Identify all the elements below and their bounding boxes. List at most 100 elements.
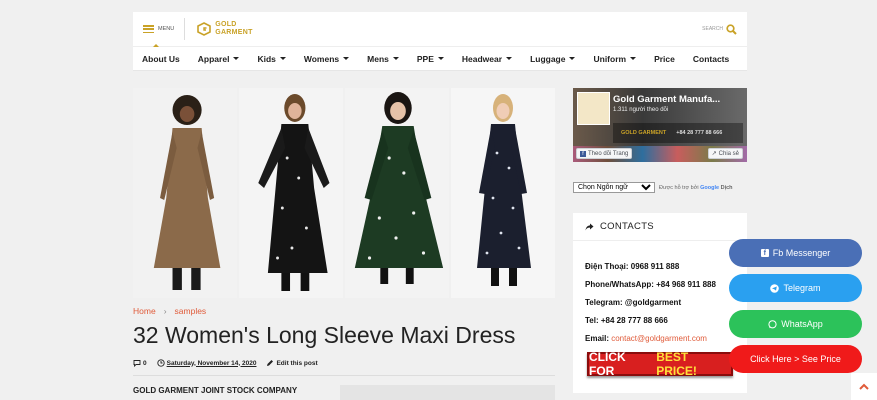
chevron-up-icon <box>859 383 869 390</box>
breadcrumb: Home › samples <box>133 306 206 316</box>
model-photo-3 <box>345 88 449 298</box>
facebook-share-label: Chia sẻ <box>718 150 739 157</box>
nav-label: Kids <box>257 53 276 64</box>
see-price-button[interactable]: Click Here > See Price <box>729 345 862 373</box>
see-price-label: Click Here > See Price <box>750 354 841 364</box>
fb-messenger-button[interactable]: f Fb Messenger <box>729 239 862 267</box>
post-meta: 0 Saturday, November 14, 2020 Edit this … <box>133 359 318 367</box>
facebook-brand-phone: +84 28 777 88 666 <box>676 130 723 136</box>
facebook-follow-button[interactable]: f Theo dõi Trang <box>576 148 633 159</box>
nav-item-mens[interactable]: Mens <box>358 54 408 64</box>
nav-item-uniform[interactable]: Uniform <box>584 54 645 64</box>
caret-down-icon <box>437 57 444 63</box>
divider <box>133 375 555 376</box>
facebook-followers: 1.311 người theo dõi <box>613 107 669 113</box>
share-icon: ↗ <box>711 151 717 157</box>
facebook-icon: f <box>760 249 769 257</box>
breadcrumb-current[interactable]: samples <box>175 306 207 316</box>
site-header: MENU GOLD GARMENT SEARCH About Us Appare… <box>133 12 747 71</box>
facebook-page-widget[interactable]: Gold Garment Manufa... 1.311 người theo … <box>573 88 747 162</box>
nav-item-luggage[interactable]: Luggage <box>521 54 584 64</box>
post-title: 32 Women's Long Sleeve Maxi Dress <box>133 322 516 348</box>
whatsapp-icon <box>768 319 777 328</box>
comment-count-value: 0 <box>143 359 147 367</box>
google-logo-text[interactable]: Google <box>700 185 719 191</box>
nav-label: Uniform <box>593 53 627 64</box>
caret-down-icon <box>392 57 399 63</box>
model-photo-4 <box>451 88 555 298</box>
contact-phone: Điện Thoại: 0968 911 888 <box>585 262 680 271</box>
hero-image[interactable] <box>133 88 555 298</box>
site-logo[interactable]: GOLD GARMENT <box>197 21 253 37</box>
translate-link[interactable]: Dịch <box>721 185 733 191</box>
nav-label: PPE <box>416 53 434 64</box>
facebook-brand-name: GOLD GARMENT <box>621 130 667 136</box>
facebook-share-button[interactable]: ↗ Chia sẻ <box>707 148 743 159</box>
nav-label: Contacts <box>692 53 730 64</box>
contact-email-link[interactable]: contact@goldgarment.com <box>611 334 707 343</box>
facebook-page-name[interactable]: Gold Garment Manufa... <box>613 94 720 105</box>
nav-item-about-us[interactable]: About Us <box>133 54 189 64</box>
nav-label: Womens <box>303 53 340 64</box>
caret-down-icon <box>279 57 286 63</box>
search-icon <box>726 23 737 35</box>
nav-item-ppe[interactable]: PPE <box>408 54 453 64</box>
content-placeholder <box>340 385 555 400</box>
back-to-top-button[interactable] <box>851 373 877 400</box>
caret-down-icon <box>233 57 240 63</box>
nav-item-headwear[interactable]: Headwear <box>453 54 521 64</box>
google-translate: Chọn Ngôn ngữ Được hỗ trợ bởi Google Dịc… <box>573 182 733 193</box>
caret-down-icon <box>630 57 637 63</box>
nav-label: Headwear <box>461 53 503 64</box>
clock-icon <box>156 359 165 367</box>
breadcrumb-separator: › <box>163 306 167 316</box>
nav-item-price[interactable]: Price <box>645 54 684 64</box>
share-arrow-icon <box>585 223 594 230</box>
cta-text-white: CLICK FOR <box>589 350 626 378</box>
model-photo-1 <box>133 88 237 298</box>
whatsapp-button[interactable]: WhatsApp <box>729 310 862 338</box>
comment-icon <box>133 360 141 367</box>
nav-item-womens[interactable]: Womens <box>295 54 358 64</box>
hamburger-icon <box>143 25 154 33</box>
post-date[interactable]: Saturday, November 14, 2020 <box>156 359 256 367</box>
caret-down-icon <box>506 57 513 63</box>
edit-post-link[interactable]: Edit this post <box>266 359 318 367</box>
facebook-avatar <box>577 92 610 125</box>
search-button[interactable]: SEARCH <box>702 23 737 35</box>
facebook-brand-banner: GOLD GARMENT +84 28 777 88 666 <box>613 123 743 143</box>
telegram-icon <box>770 283 780 293</box>
pencil-icon <box>267 360 274 366</box>
nav-item-apparel[interactable]: Apparel <box>189 54 249 64</box>
menu-button[interactable]: MENU <box>143 18 186 47</box>
telegram-button[interactable]: Telegram <box>729 274 862 302</box>
menu-label: MENU <box>158 26 175 32</box>
facebook-follow-label: Theo dõi Trang <box>588 150 629 157</box>
best-price-button[interactable]: CLICK FOR BEST PRICE! <box>587 350 733 378</box>
cta-text-yellow: BEST PRICE! <box>656 350 697 378</box>
fb-messenger-label: Fb Messenger <box>772 248 831 258</box>
breadcrumb-home[interactable]: Home <box>133 306 156 316</box>
nav-label: About Us <box>142 53 180 64</box>
caret-down-icon <box>343 57 350 63</box>
edit-post-label: Edit this post <box>276 359 318 367</box>
language-select[interactable]: Chọn Ngôn ngữ <box>573 182 655 193</box>
model-photo-2 <box>239 88 343 298</box>
nav-label: Luggage <box>530 53 566 64</box>
translate-powered-label: Được hỗ trợ bởi <box>659 184 699 191</box>
facebook-icon: f <box>580 150 586 157</box>
caret-down-icon <box>569 57 576 63</box>
comment-count[interactable]: 0 <box>133 359 147 367</box>
contact-tel: Tel: +84 28 777 88 666 <box>585 316 668 325</box>
logo-line1: GOLD <box>215 21 237 28</box>
nav-label: Price <box>654 53 675 64</box>
main-nav: About Us Apparel Kids Womens Mens PPE He… <box>133 47 747 71</box>
whatsapp-label: WhatsApp <box>781 319 823 329</box>
telegram-label: Telegram <box>783 283 821 293</box>
nav-item-contacts[interactable]: Contacts <box>684 54 738 64</box>
company-heading: GOLD GARMENT JOINT STOCK COMPANY <box>133 386 298 395</box>
contacts-heading-text: CONTACTS <box>600 221 654 232</box>
nav-label: Mens <box>367 53 389 64</box>
nav-item-kids[interactable]: Kids <box>248 54 294 64</box>
nav-label: Apparel <box>197 53 230 64</box>
